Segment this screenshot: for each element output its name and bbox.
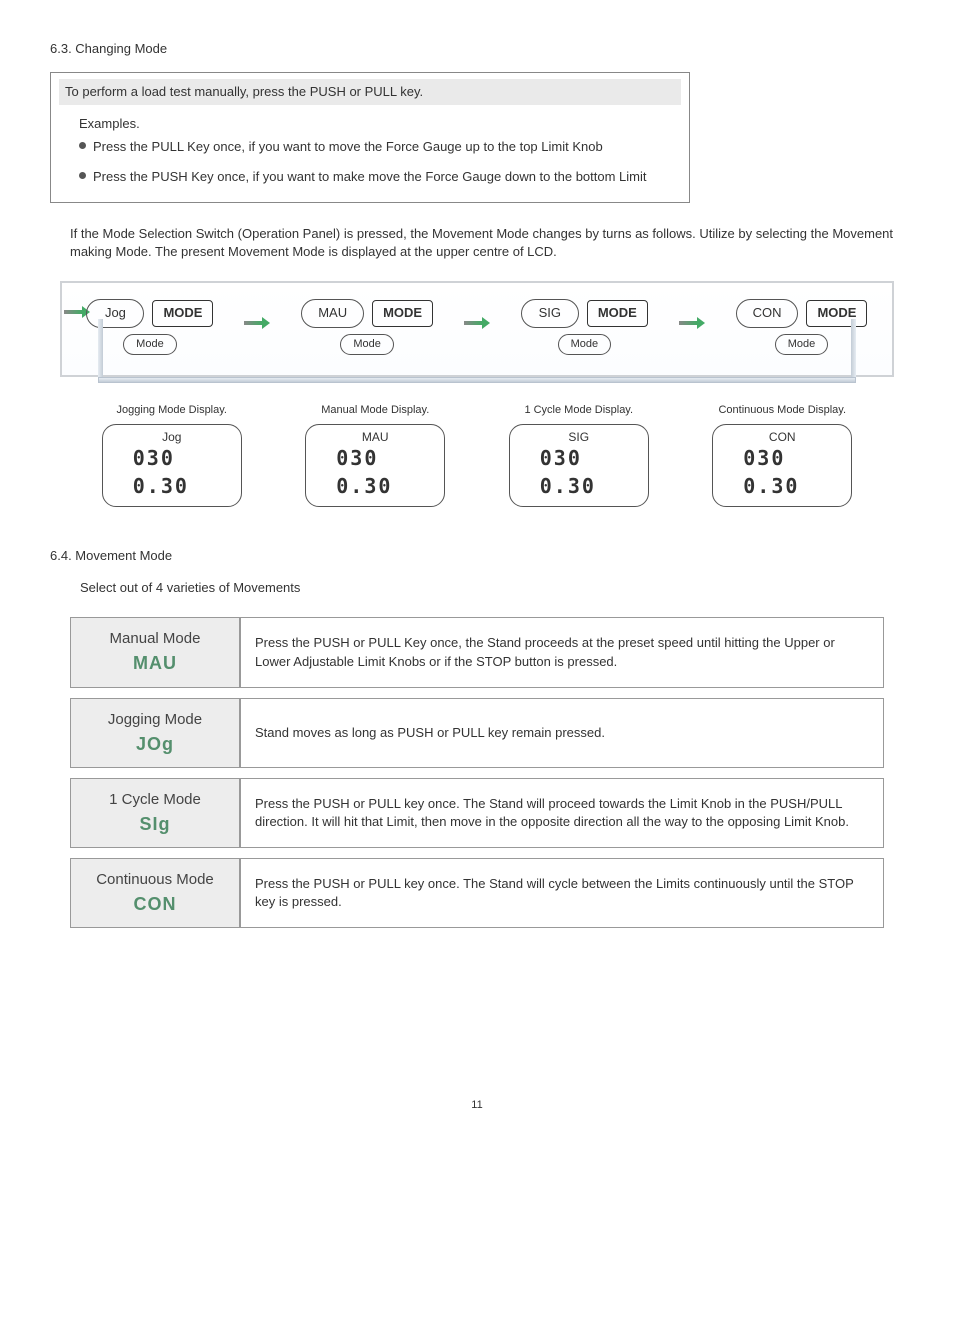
lcd-col-mau: Manual Mode Display. MAU 030 0.30 bbox=[305, 403, 445, 507]
mode-title: Continuous Mode bbox=[85, 869, 225, 890]
mode-sub-label: Mode bbox=[558, 334, 612, 355]
mode-unit-sig: SIG MODE Mode bbox=[521, 299, 648, 355]
mode-pill-mau: MAU bbox=[301, 299, 364, 327]
mode-sub-label: Mode bbox=[123, 334, 177, 355]
table-row: Manual Mode MAU Press the PUSH or PULL K… bbox=[70, 617, 884, 687]
arrow-icon bbox=[244, 318, 270, 328]
callout-body: Examples. Press the PULL Key once, if yo… bbox=[59, 115, 681, 186]
example-text-1: Press the PULL Key once, if you want to … bbox=[93, 139, 603, 154]
lcd-seg-value: 030 0.30 bbox=[336, 444, 444, 500]
page-number: 11 bbox=[50, 1098, 904, 1113]
section-heading-6-3: 6.3. Changing Mode bbox=[50, 40, 904, 58]
mode-pill-con: CON bbox=[736, 299, 799, 327]
example-bullet-1: Press the PULL Key once, if you want to … bbox=[79, 138, 681, 156]
lcd-seg-value: 030 0.30 bbox=[540, 444, 648, 500]
arrow-icon bbox=[464, 318, 490, 328]
mode-key-button[interactable]: MODE bbox=[152, 300, 213, 326]
bullet-icon bbox=[79, 172, 86, 179]
mode-change-paragraph: If the Mode Selection Switch (Operation … bbox=[70, 225, 904, 261]
lcd-seg-value: 030 0.30 bbox=[743, 444, 851, 500]
mode-pill-jog: Jog bbox=[86, 299, 144, 327]
mode-unit-mau: MAU MODE Mode bbox=[301, 299, 433, 355]
mode-sub-label: Mode bbox=[775, 334, 829, 355]
lcd-box: CON 030 0.30 bbox=[712, 424, 852, 507]
mode-label-sig: 1 Cycle Mode SIg bbox=[70, 778, 240, 848]
lcd-box: Jog 030 0.30 bbox=[102, 424, 242, 507]
mode-key-button[interactable]: MODE bbox=[372, 300, 433, 326]
mode-title: 1 Cycle Mode bbox=[85, 789, 225, 810]
callout-header: To perform a load test manually, press t… bbox=[59, 79, 681, 105]
mode-pill-sig: SIG bbox=[521, 299, 579, 327]
lcd-display-row: Jogging Mode Display. Jog 030 0.30 Manua… bbox=[70, 403, 884, 507]
mode-label-mau: Manual Mode MAU bbox=[70, 617, 240, 687]
mode-key-button[interactable]: MODE bbox=[587, 300, 648, 326]
movement-mode-table: Manual Mode MAU Press the PUSH or PULL K… bbox=[70, 607, 884, 938]
example-bullet-2: Press the PUSH Key once, if you want to … bbox=[79, 168, 681, 186]
cycle-feedback-bar bbox=[98, 377, 856, 383]
examples-label: Examples. bbox=[79, 115, 681, 133]
mode-code: SIg bbox=[85, 812, 225, 837]
mode-cycle-diagram: Jog MODE Mode MAU MODE Mode SIG MODE Mod… bbox=[60, 281, 894, 377]
lcd-box: MAU 030 0.30 bbox=[305, 424, 445, 507]
mode-desc: Press the PUSH or PULL key once. The Sta… bbox=[240, 778, 884, 848]
bullet-icon bbox=[79, 142, 86, 149]
table-row: Continuous Mode CON Press the PUSH or PU… bbox=[70, 858, 884, 928]
manual-test-callout: To perform a load test manually, press t… bbox=[50, 72, 690, 203]
lcd-caption: 1 Cycle Mode Display. bbox=[524, 403, 633, 418]
lcd-caption: Jogging Mode Display. bbox=[117, 403, 227, 418]
table-row: Jogging Mode JOg Stand moves as long as … bbox=[70, 698, 884, 768]
table-row: 1 Cycle Mode SIg Press the PUSH or PULL … bbox=[70, 778, 884, 848]
mode-title: Jogging Mode bbox=[85, 709, 225, 730]
mode-code: MAU bbox=[85, 651, 225, 676]
lcd-box: SIG 030 0.30 bbox=[509, 424, 649, 507]
mode-label-con: Continuous Mode CON bbox=[70, 858, 240, 928]
lcd-col-jog: Jogging Mode Display. Jog 030 0.30 bbox=[102, 403, 242, 507]
movement-intro: Select out of 4 varieties of Movements bbox=[80, 579, 904, 597]
example-text-2: Press the PUSH Key once, if you want to … bbox=[93, 169, 647, 184]
lcd-col-con: Continuous Mode Display. CON 030 0.30 bbox=[712, 403, 852, 507]
mode-desc: Stand moves as long as PUSH or PULL key … bbox=[240, 698, 884, 768]
mode-title: Manual Mode bbox=[85, 628, 225, 649]
mode-desc: Press the PUSH or PULL key once. The Sta… bbox=[240, 858, 884, 928]
mode-key-button[interactable]: MODE bbox=[806, 300, 867, 326]
lcd-caption: Continuous Mode Display. bbox=[718, 403, 846, 418]
mode-label-jog: Jogging Mode JOg bbox=[70, 698, 240, 768]
arrow-icon bbox=[679, 318, 705, 328]
section-heading-6-4: 6.4. Movement Mode bbox=[50, 547, 904, 565]
lcd-col-sig: 1 Cycle Mode Display. SIG 030 0.30 bbox=[509, 403, 649, 507]
lcd-caption: Manual Mode Display. bbox=[321, 403, 429, 418]
mode-unit-con: CON MODE Mode bbox=[736, 299, 868, 355]
mode-sub-label: Mode bbox=[340, 334, 394, 355]
mode-code: CON bbox=[85, 892, 225, 917]
mode-unit-jog: Jog MODE Mode bbox=[86, 299, 213, 355]
mode-code: JOg bbox=[85, 732, 225, 757]
lcd-seg-value: 030 0.30 bbox=[133, 444, 241, 500]
mode-desc: Press the PUSH or PULL Key once, the Sta… bbox=[240, 617, 884, 687]
